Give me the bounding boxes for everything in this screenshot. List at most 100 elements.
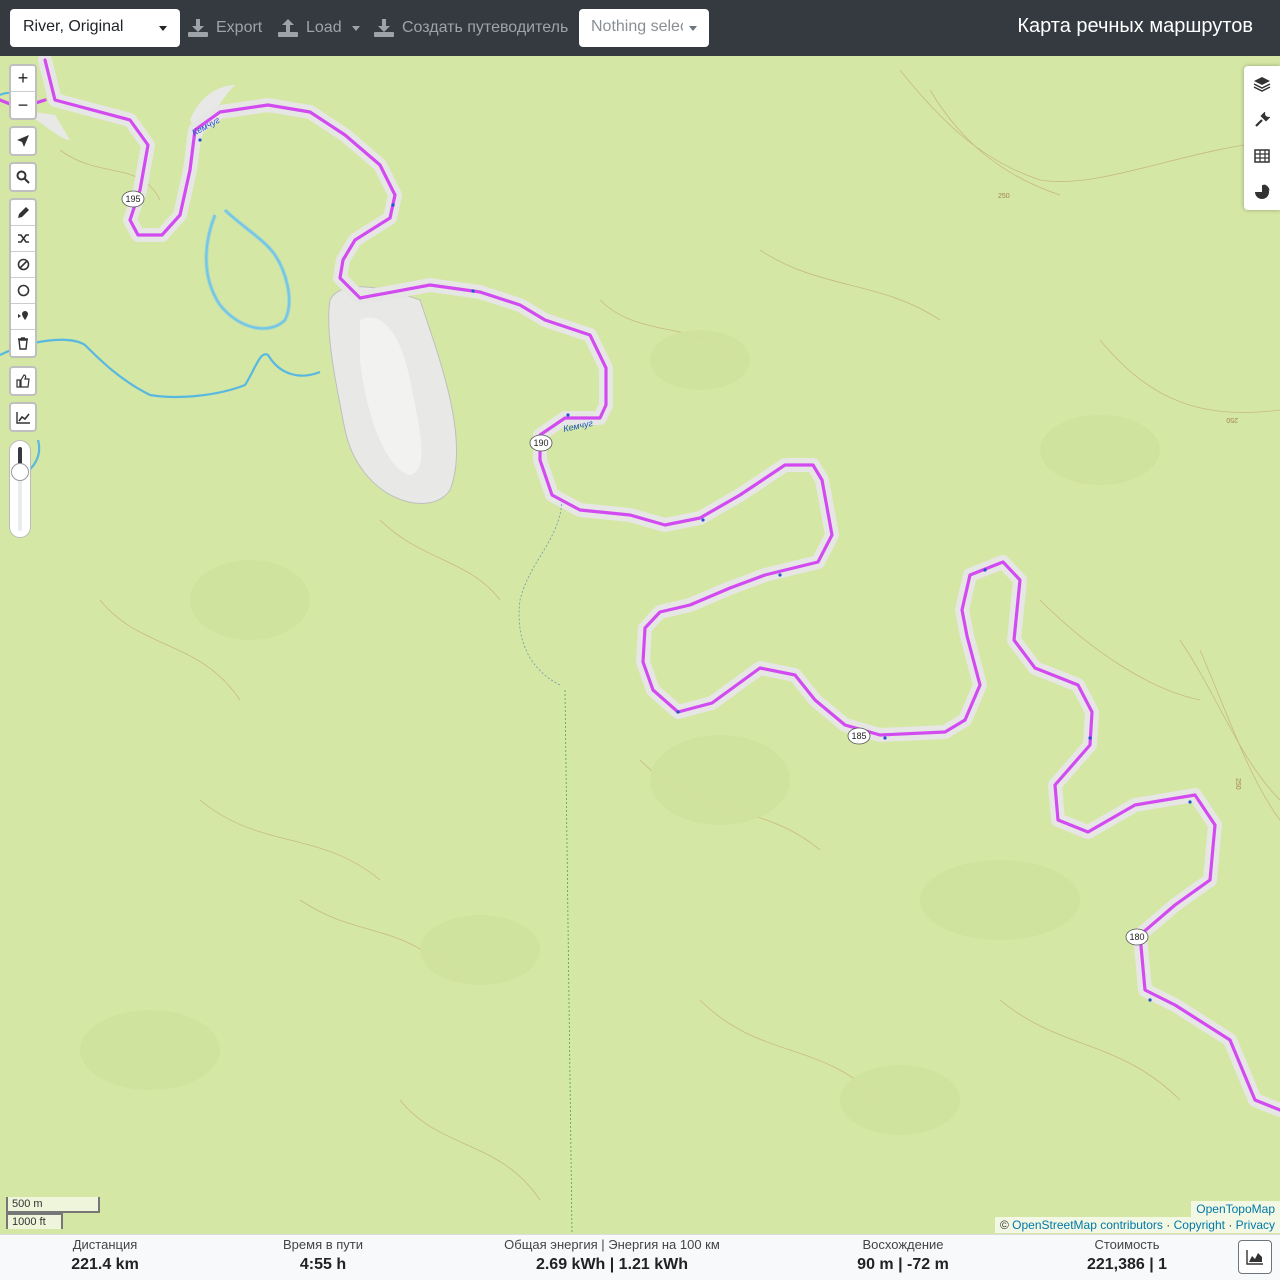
- settings-button[interactable]: [1244, 102, 1280, 138]
- search-button[interactable]: [11, 164, 35, 190]
- stats-button[interactable]: [1244, 174, 1280, 210]
- chevron-down-icon: [159, 26, 167, 31]
- stat-energy: Общая энергия | Энергия на 100 км 2.69 k…: [482, 1237, 742, 1277]
- load-button[interactable]: Load: [278, 9, 360, 47]
- km-marker: 195: [121, 190, 145, 208]
- stat-value: 221,386 | 1: [1086, 1256, 1168, 1273]
- zoom-control: + −: [9, 64, 37, 120]
- km-marker: 180: [1125, 928, 1149, 946]
- stat-cost: Стоимость 221,386 | 1: [1047, 1237, 1207, 1277]
- pencil-icon: [17, 207, 29, 218]
- route-select[interactable]: Nothing selec: [579, 9, 709, 47]
- upload-icon: [278, 19, 298, 37]
- shuffle-icon: [17, 234, 29, 243]
- download-icon: [374, 19, 394, 37]
- stat-distance: Дистанция 221.4 km: [40, 1237, 170, 1277]
- line-chart-icon: [15, 411, 30, 424]
- load-label: Load: [306, 19, 342, 36]
- export-label: Export: [216, 19, 263, 36]
- copyright-link[interactable]: Copyright: [1174, 1218, 1225, 1232]
- topo-map: Кемчуг Кемчуг 195 190 185 180 250 250 25…: [0, 56, 1280, 1234]
- stat-label: Дистанция: [72, 1237, 138, 1252]
- draw-toolbar: [9, 198, 37, 358]
- download-icon: [188, 19, 208, 37]
- attribution-bar: © OpenStreetMap contributors · Copyright…: [994, 1217, 1280, 1233]
- stat-value: 90 m | -72 m: [857, 1256, 949, 1273]
- circle-icon: [17, 284, 29, 297]
- poi-button[interactable]: [11, 304, 35, 330]
- separator: ·: [1166, 1218, 1171, 1232]
- search-control: [9, 162, 37, 192]
- marker-icon: [17, 311, 28, 320]
- copyright-symbol: ©: [999, 1218, 1009, 1232]
- zoom-out-button[interactable]: −: [11, 92, 35, 118]
- layers-icon: [1253, 77, 1271, 92]
- profile-select[interactable]: River, Original: [10, 9, 180, 47]
- top-navbar: River, Original Export Load Создать путе…: [0, 0, 1280, 56]
- scale-metric: 500 m: [6, 1197, 100, 1213]
- draw-route-button[interactable]: [11, 200, 35, 226]
- app-title: Карта речных маршрутов: [1017, 15, 1253, 37]
- export-button[interactable]: Export: [188, 9, 262, 47]
- no-go-area-button[interactable]: [11, 252, 35, 278]
- circle-tool-button[interactable]: [11, 278, 35, 304]
- separator: ·: [1228, 1218, 1233, 1232]
- stat-label: Стоимость: [1094, 1237, 1160, 1252]
- contour-label: 250: [1234, 778, 1241, 790]
- ban-icon: [17, 258, 29, 271]
- wrench-icon: [1255, 112, 1270, 127]
- stat-value: 2.69 kWh | 1.21 kWh: [535, 1256, 689, 1273]
- svg-text:185: 185: [851, 731, 866, 741]
- location-arrow-icon: [17, 135, 29, 147]
- osm-contributors-link[interactable]: OpenStreetMap contributors: [1012, 1218, 1163, 1232]
- pie-chart-icon: [1255, 184, 1270, 199]
- table-icon: [1254, 149, 1270, 163]
- km-marker: 190: [529, 434, 553, 452]
- feedback-control: [9, 366, 37, 396]
- slider-track: [18, 447, 22, 531]
- thumbs-up-button[interactable]: [11, 368, 35, 394]
- locate-button[interactable]: [11, 128, 35, 154]
- trash-icon: [18, 336, 28, 350]
- map-canvas[interactable]: Кемчуг Кемчуг 195 190 185 180 250 250 25…: [0, 56, 1280, 1234]
- svg-text:190: 190: [533, 438, 548, 448]
- layers-button[interactable]: [1244, 66, 1280, 102]
- search-icon: [16, 170, 30, 184]
- stat-value: 4:55 h: [299, 1256, 347, 1273]
- elevation-control: [9, 402, 37, 432]
- area-chart-icon: [1246, 1250, 1263, 1265]
- right-toolbar: [1244, 66, 1280, 210]
- elevation-chart-button[interactable]: [11, 404, 35, 430]
- profile-select-value: River, Original: [23, 18, 124, 35]
- slider-knob[interactable]: [11, 463, 29, 481]
- contour-label: 250: [998, 193, 1010, 200]
- stat-label: Общая энергия | Энергия на 100 км: [504, 1237, 720, 1252]
- reverse-route-button[interactable]: [11, 226, 35, 252]
- opentopomap-link[interactable]: OpenTopoMap: [1196, 1202, 1275, 1216]
- thumbs-up-icon: [16, 374, 30, 388]
- km-marker: 185: [847, 727, 871, 745]
- locate-control: [9, 126, 37, 156]
- create-guide-label: Создать путеводитель: [402, 19, 569, 36]
- chevron-down-icon: [351, 25, 360, 31]
- chevron-down-icon: [689, 26, 697, 31]
- stat-label: Восхождение: [862, 1237, 944, 1252]
- opacity-slider[interactable]: [9, 440, 31, 538]
- attribution-provider: OpenTopoMap: [1191, 1201, 1280, 1217]
- stat-label: Время в пути: [283, 1237, 363, 1252]
- delete-route-button[interactable]: [11, 330, 35, 356]
- svg-text:195: 195: [125, 194, 140, 204]
- contour-label: 250: [1226, 416, 1238, 423]
- privacy-link[interactable]: Privacy: [1236, 1218, 1275, 1232]
- zoom-in-button[interactable]: +: [11, 66, 35, 92]
- stat-time: Время в пути 4:55 h: [258, 1237, 388, 1277]
- stat-value: 221.4 km: [71, 1256, 139, 1273]
- stat-ascent: Восхождение 90 m | -72 m: [823, 1237, 983, 1277]
- scale-imperial: 1000 ft: [6, 1213, 63, 1229]
- route-select-value: Nothing selec: [591, 18, 683, 35]
- route-stats-bar: Дистанция 221.4 km Время в пути 4:55 h О…: [0, 1234, 1280, 1280]
- table-button[interactable]: [1244, 138, 1280, 174]
- elevation-profile-button[interactable]: [1238, 1240, 1272, 1274]
- svg-text:180: 180: [1129, 932, 1144, 942]
- create-guide-button[interactable]: Создать путеводитель: [374, 9, 568, 47]
